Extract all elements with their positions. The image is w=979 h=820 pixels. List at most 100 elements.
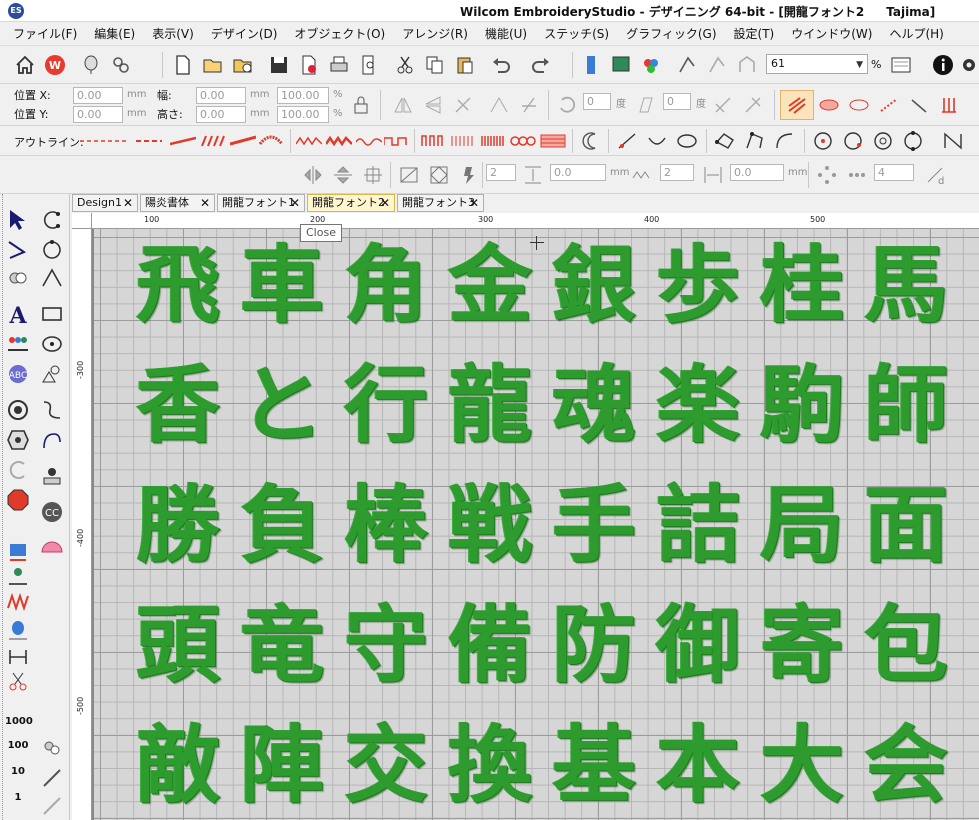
wilcom-logo-icon[interactable]: W <box>42 52 68 78</box>
polyline-select-icon[interactable] <box>4 236 32 264</box>
embroidery-glyph[interactable]: と <box>230 355 334 455</box>
embroidery-glyph[interactable]: 角 <box>334 235 438 335</box>
fork-stitch-icon[interactable] <box>936 92 962 118</box>
tab-kagerou[interactable]: 陽炎書体 ✕ <box>140 194 215 212</box>
run-stitch-icon[interactable] <box>876 92 902 118</box>
embroidery-glyph[interactable]: 守 <box>334 595 438 695</box>
e-stitch-icon[interactable] <box>326 134 352 148</box>
reshape-icon[interactable] <box>906 92 932 118</box>
print-icon[interactable] <box>326 52 352 78</box>
step-10-button[interactable]: 10 <box>5 766 31 786</box>
embroidery-glyph[interactable]: 魂 <box>542 355 646 455</box>
curve-tool-icon[interactable] <box>772 128 798 154</box>
menu-design[interactable]: デザイン(D) <box>202 25 286 42</box>
menu-file[interactable]: ファイル(F) <box>4 25 85 42</box>
menu-edit[interactable]: 編集(E) <box>85 25 143 42</box>
node-tool-icon[interactable] <box>810 128 836 154</box>
menu-object[interactable]: オブジェクト(O) <box>285 25 393 42</box>
lettering-icon[interactable]: A <box>4 300 32 328</box>
satin-stitch-icon[interactable] <box>816 92 842 118</box>
spacing-input[interactable]: 0.0 <box>550 164 606 181</box>
ring-tool-icon[interactable] <box>674 128 700 154</box>
copy-icon[interactable] <box>422 52 448 78</box>
skew-tool-icon[interactable] <box>516 92 542 118</box>
scale-width-input[interactable]: 100.00 <box>277 87 329 104</box>
redo-icon[interactable] <box>528 52 554 78</box>
close-icon[interactable]: ✕ <box>123 195 133 211</box>
chain-stitch-icon[interactable] <box>480 134 506 148</box>
stop-icon[interactable] <box>4 486 32 514</box>
satin-outline-icon[interactable] <box>200 134 226 148</box>
monogram-icon[interactable]: ABC <box>4 360 32 388</box>
zoom-combo[interactable]: 61 ▼ <box>766 54 868 74</box>
align-center-both-icon[interactable] <box>360 162 386 188</box>
distribute2-icon[interactable] <box>426 162 452 188</box>
travel-icon[interactable] <box>578 52 604 78</box>
rotate-angle-input[interactable]: 0 <box>583 93 611 110</box>
square-wave-icon[interactable] <box>384 134 410 148</box>
outline-shape-icon[interactable] <box>846 92 872 118</box>
stitch-tool-icon[interactable] <box>674 52 700 78</box>
run-stitch-tool-icon[interactable] <box>38 396 66 424</box>
ladder-stitch-icon[interactable] <box>540 134 566 148</box>
menu-help[interactable]: ヘルプ(H) <box>880 25 951 42</box>
embroidery-glyph[interactable]: 竜 <box>230 595 334 695</box>
stamp-icon[interactable] <box>38 462 66 490</box>
menu-arrange[interactable]: アレンジ(R) <box>393 25 476 42</box>
shapes-icon[interactable] <box>38 360 66 388</box>
fill-stitch-icon[interactable] <box>780 90 814 120</box>
mirror-both-icon[interactable] <box>450 92 476 118</box>
embroidery-glyph[interactable]: 香 <box>126 355 230 455</box>
embroidery-glyph[interactable]: 棒 <box>334 475 438 575</box>
spacing-icon[interactable] <box>520 162 546 188</box>
hole-icon[interactable] <box>4 426 32 454</box>
export-icon[interactable] <box>296 52 322 78</box>
embroidery-glyph[interactable]: 桂 <box>750 235 854 335</box>
running-stitch-icon[interactable] <box>80 134 128 148</box>
stitch-tool3-icon[interactable] <box>734 52 760 78</box>
menu-stitch[interactable]: ステッチ(S) <box>535 25 617 42</box>
mirror-vertical-icon[interactable] <box>420 92 446 118</box>
offset-icon[interactable] <box>4 456 32 484</box>
menu-function[interactable]: 機能(U) <box>476 25 535 42</box>
fan-icon[interactable] <box>38 532 66 560</box>
menu-window[interactable]: ウインドウ(W) <box>782 25 880 42</box>
embroidery-glyph[interactable]: 敵 <box>126 715 230 815</box>
embroidery-glyph[interactable]: 防 <box>542 595 646 695</box>
column-spacing-icon[interactable] <box>700 162 726 188</box>
curve-run-icon[interactable] <box>38 426 66 454</box>
transform-tool2-icon[interactable] <box>740 92 766 118</box>
embroidery-glyph[interactable]: 楽 <box>646 355 750 455</box>
home-icon[interactable] <box>12 52 38 78</box>
align-center-h-icon[interactable] <box>300 162 326 188</box>
arc-tool-icon[interactable] <box>644 128 670 154</box>
distribute-icon[interactable] <box>396 162 422 188</box>
tab-kairyu1[interactable]: 開龍フォント1 ✕ <box>217 194 305 212</box>
transform-tool-icon[interactable] <box>710 92 736 118</box>
row-spacing-icon[interactable] <box>628 162 654 188</box>
color-icon[interactable] <box>638 52 664 78</box>
array-icon[interactable] <box>814 162 840 188</box>
cut-icon[interactable] <box>392 52 418 78</box>
embroidery-glyph[interactable]: 駒 <box>750 355 854 455</box>
spin-count-input[interactable]: 2 <box>486 164 516 181</box>
embroidery-glyph[interactable]: 頭 <box>126 595 230 695</box>
digitize-tools-icon[interactable] <box>108 52 134 78</box>
embroidery-glyph[interactable]: 金 <box>438 235 542 335</box>
embroidery-glyph[interactable]: 車 <box>230 235 334 335</box>
embroidery-glyph[interactable]: 交 <box>334 715 438 815</box>
embroidery-glyph[interactable]: 勝 <box>126 475 230 575</box>
open-folder-icon[interactable] <box>200 52 226 78</box>
align-center-v-icon[interactable] <box>330 162 356 188</box>
balloon-icon[interactable] <box>78 52 104 78</box>
embroidery-glyph[interactable]: 戦 <box>438 475 542 575</box>
close-icon[interactable]: ✕ <box>200 195 210 211</box>
stitch-length-icon[interactable] <box>4 642 32 670</box>
design-canvas[interactable]: 飛車角金銀歩桂馬香と行龍魂楽駒師勝負棒戦手詰局面頭竜守備防御寄包敵陣交換基本大会 <box>92 229 979 820</box>
menu-settings[interactable]: 設定(T) <box>725 25 783 42</box>
embroidery-glyph[interactable]: 局 <box>750 475 854 575</box>
slant-icon[interactable] <box>632 92 658 118</box>
scale-height-input[interactable]: 100.00 <box>277 106 329 123</box>
crescent-tool-icon[interactable] <box>578 128 604 154</box>
settings-gear-icon[interactable] <box>956 52 979 78</box>
